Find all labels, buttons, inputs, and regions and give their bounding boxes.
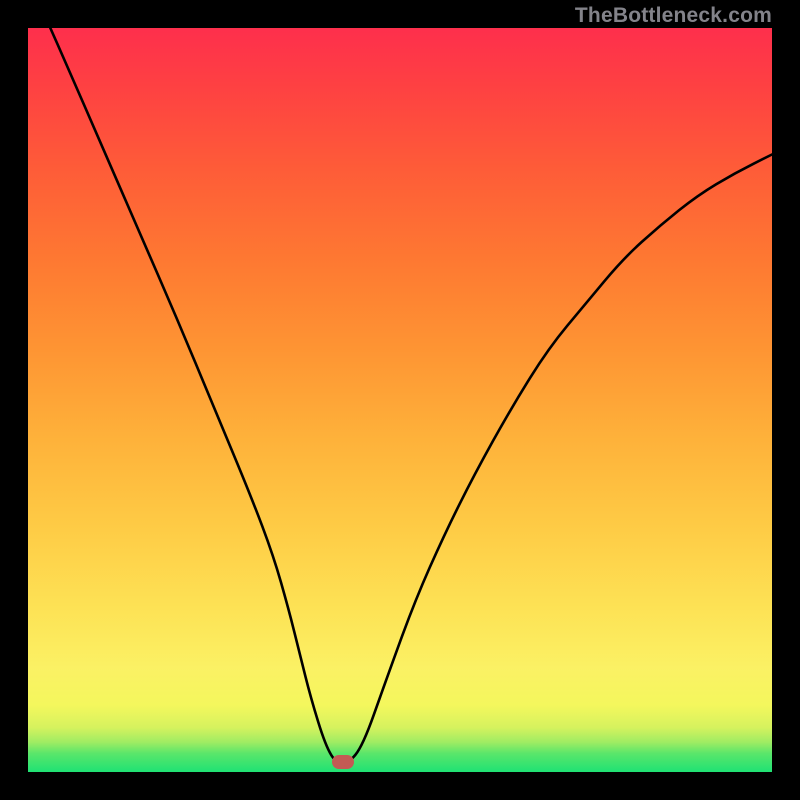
plot-area [28, 28, 772, 772]
chart-frame: TheBottleneck.com [0, 0, 800, 800]
watermark-text: TheBottleneck.com [575, 4, 772, 28]
bottleneck-curve [28, 28, 772, 772]
optimum-marker [332, 755, 354, 769]
